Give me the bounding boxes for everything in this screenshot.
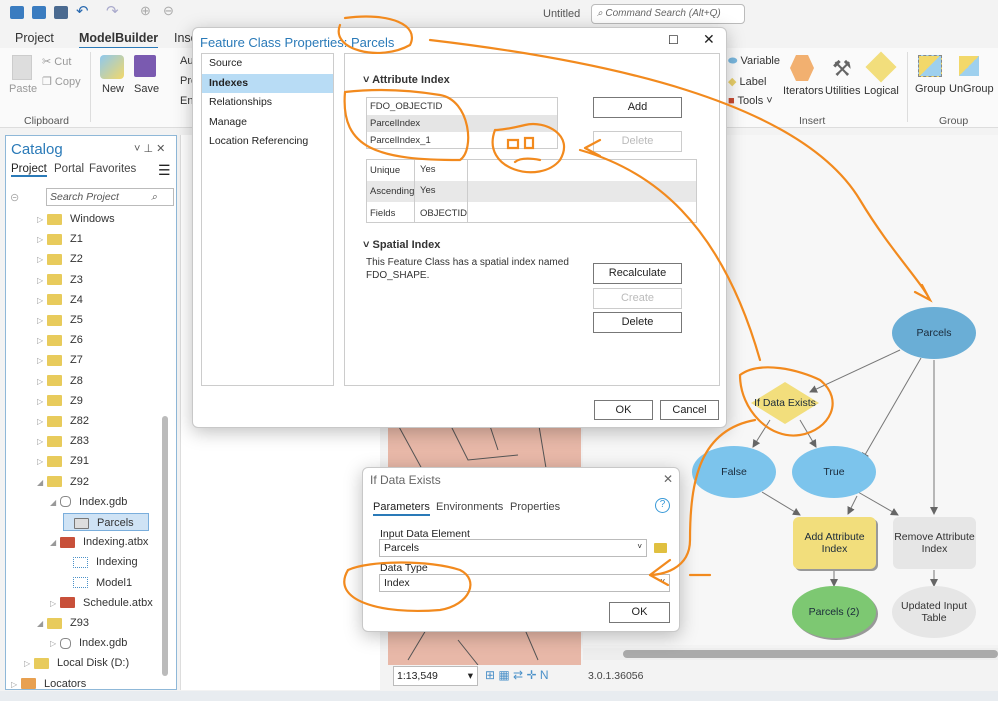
node-parcels-2[interactable]: Parcels (2) — [792, 586, 876, 638]
node-remove-attribute-index[interactable]: Remove Attribute Index — [893, 517, 976, 569]
node-true[interactable]: True — [792, 446, 876, 498]
tab-environments[interactable]: Environments — [436, 501, 503, 513]
prop-key: Ascending — [370, 186, 415, 197]
index-item-selected[interactable]: ParcelIndex — [367, 115, 557, 132]
spatial-index-heading[interactable]: ˅ Spatial Index — [363, 239, 440, 251]
taskbar — [0, 691, 998, 701]
nav-item[interactable]: Relationships — [202, 93, 333, 113]
node-updated-input-table[interactable]: Updated Input Table — [892, 586, 976, 638]
prop-value: OBJECTID — [420, 208, 467, 219]
close-icon[interactable]: ✕ — [663, 472, 673, 486]
node-parcels[interactable]: Parcels — [892, 307, 976, 359]
ok-button[interactable]: OK — [609, 602, 670, 623]
prop-value: Yes — [420, 164, 436, 175]
node-false[interactable]: False — [692, 446, 776, 498]
spatial-index-label: Spatial Index — [372, 239, 441, 251]
help-icon[interactable]: ? — [655, 498, 670, 513]
index-list[interactable]: FDO_OBJECTID ParcelIndex ParcelIndex_1 — [366, 97, 558, 149]
recalculate-button[interactable]: Recalculate — [593, 263, 682, 284]
input-data-element-select[interactable]: Parcels ˅ — [379, 539, 647, 557]
close-icon[interactable]: ✕ — [703, 31, 715, 48]
if-data-exists-dialog: If Data Exists ✕ Parameters Environments… — [362, 467, 680, 632]
dialog-content: ˅ Attribute Index FDO_OBJECTID ParcelInd… — [344, 53, 720, 386]
spatial-index-text: This Feature Class has a spatial index n… — [366, 257, 569, 281]
add-index-button[interactable]: Add — [593, 97, 682, 118]
nav-item[interactable]: Location Referencing — [202, 132, 333, 152]
prop-value: Yes — [420, 185, 436, 196]
data-type-label: Data Type — [380, 562, 428, 574]
index-properties-table: Unique Yes Ascending Yes Fields OBJECTID — [366, 159, 697, 223]
dialog-nav: Source Indexes Relationships Manage Location… — [201, 53, 334, 386]
feature-class-properties-dialog: Feature Class Properties: Parcels ☐ ✕ So… — [192, 27, 727, 428]
data-type-value: Index — [384, 577, 410, 589]
nav-item[interactable]: Manage — [202, 113, 333, 133]
tab-parameters[interactable]: Parameters — [373, 501, 430, 516]
maximize-icon[interactable]: ☐ — [668, 33, 679, 47]
index-item[interactable]: ParcelIndex_1 — [367, 132, 557, 149]
nav-item[interactable]: Source — [202, 54, 333, 74]
index-item[interactable]: FDO_OBJECTID — [367, 98, 557, 116]
attribute-index-heading[interactable]: ˅ Attribute Index — [363, 74, 450, 86]
tab-properties[interactable]: Properties — [510, 501, 560, 513]
dialog-title: If Data Exists — [370, 473, 441, 487]
node-add-attribute-index[interactable]: Add Attribute Index — [793, 517, 876, 569]
nav-item[interactable]: Indexes — [202, 73, 333, 93]
cancel-button[interactable]: Cancel — [660, 400, 719, 420]
input-data-element-value: Parcels — [384, 542, 420, 554]
prop-key: Fields — [370, 208, 396, 219]
dialog-title: Feature Class Properties: Parcels — [200, 35, 395, 50]
ok-button[interactable]: OK — [594, 400, 653, 420]
data-type-select[interactable]: Index ˅ — [379, 574, 670, 592]
create-button[interactable]: Create — [593, 288, 682, 309]
attribute-index-label: Attribute Index — [372, 74, 450, 86]
browse-folder-icon[interactable] — [654, 543, 667, 553]
prop-key: Unique — [370, 165, 401, 176]
delete-spatial-index-button[interactable]: Delete — [593, 312, 682, 333]
delete-index-button[interactable]: Delete — [593, 131, 682, 152]
node-if-data-exists: If Data Exists — [754, 397, 816, 409]
